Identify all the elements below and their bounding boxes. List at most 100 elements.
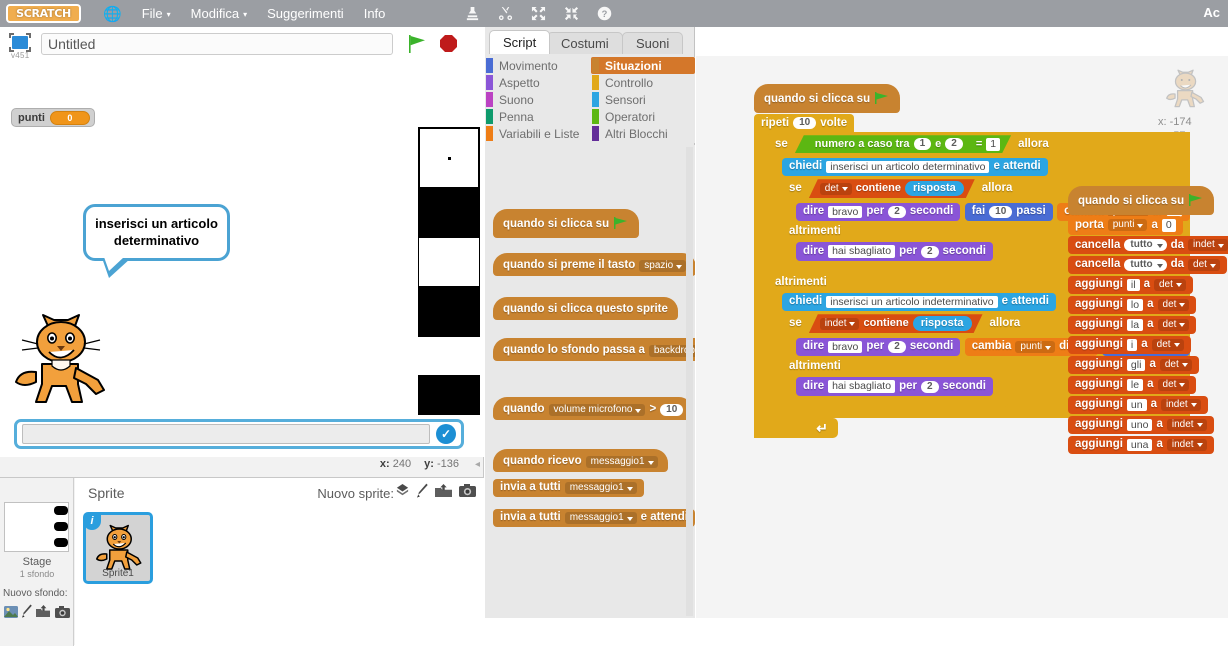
ask-question-input[interactable]: inserisci un articolo indeterminativo	[826, 295, 998, 309]
tab-costumi[interactable]: Costumi	[547, 32, 623, 54]
say-text-input[interactable]: hai sbagliato	[828, 245, 896, 258]
duration-input[interactable]: 2	[920, 380, 939, 393]
variable-dropdown[interactable]: punti	[1107, 219, 1148, 232]
ask-question-input[interactable]: inserisci un articolo determinativo	[826, 160, 990, 174]
menu-item-modifica[interactable]: Modifica ▾	[191, 6, 247, 21]
category-suono[interactable]: Suono	[485, 91, 591, 108]
message-dropdown[interactable]: messaggio1	[564, 512, 637, 524]
variable-watcher-punti[interactable]: punti 0	[11, 108, 95, 127]
block-add-to-list[interactable]: aggiungi la a det	[1068, 315, 1197, 334]
threshold-input[interactable]: 10	[660, 404, 684, 416]
steps-input[interactable]: 10	[989, 206, 1013, 218]
list-dropdown[interactable]: indet	[820, 318, 860, 330]
script-stack-init[interactable]: quando si clicca su porta punti a 0 canc…	[1068, 186, 1228, 454]
library-icon[interactable]	[4, 605, 18, 623]
block-pick-random[interactable]: numero a caso tra 1 e 2	[806, 137, 972, 151]
block-add-to-list[interactable]: aggiungi una a indet	[1068, 435, 1214, 454]
palette-block-when-i-receive[interactable]: quando ricevo messaggio1	[493, 449, 668, 472]
block-add-to-list[interactable]: aggiungi gli a det	[1068, 355, 1199, 374]
list-dropdown[interactable]: det	[1159, 358, 1192, 371]
block-answer-reporter[interactable]: risposta	[913, 316, 972, 331]
list-dropdown[interactable]: det	[1151, 338, 1184, 351]
list-dropdown[interactable]: indet	[1166, 438, 1207, 451]
stage-canvas[interactable]: punti 0 inserisci un articolo determinat…	[0, 60, 484, 423]
else-det-label[interactable]: altrimenti	[782, 223, 863, 241]
block-set-variable[interactable]: porta punti a 0	[1068, 216, 1183, 235]
tab-script[interactable]: Script	[489, 30, 551, 54]
palette-block-broadcast-and-wait[interactable]: invia a tutti messaggio1 e attendi	[493, 509, 695, 527]
upload-icon[interactable]	[435, 483, 452, 503]
sensor-dropdown[interactable]: volume microfono	[548, 404, 646, 416]
add-item-input[interactable]: una	[1126, 438, 1153, 451]
ask-answer-input[interactable]	[22, 424, 430, 444]
account-menu[interactable]: Ac	[1203, 5, 1220, 20]
shrink-icon[interactable]	[564, 6, 579, 21]
stage-thumbnail[interactable]	[4, 502, 69, 552]
list-dropdown[interactable]: det	[1157, 378, 1190, 391]
duration-input[interactable]: 2	[888, 206, 906, 218]
green-flag-icon[interactable]	[406, 33, 428, 55]
block-ask-indet[interactable]: chiedi inserisci un articolo indetermina…	[782, 292, 1056, 312]
if-det-header[interactable]: se det contiene risposta allora	[782, 176, 1020, 202]
category-situazioni[interactable]: Situazioni	[591, 57, 695, 74]
category-penna[interactable]: Penna	[485, 108, 591, 125]
block-list-contains-indet[interactable]: indet contiene risposta	[809, 314, 983, 333]
scissors-icon[interactable]	[498, 6, 513, 21]
category-aspetto[interactable]: Aspetto	[485, 74, 591, 91]
category-movimento[interactable]: Movimento	[485, 57, 591, 74]
list-dropdown[interactable]: det	[1157, 298, 1190, 311]
category-altri-blocchi[interactable]: Altri Blocchi	[591, 125, 695, 142]
category-controllo[interactable]: Controllo	[591, 74, 695, 91]
duration-input[interactable]: 2	[888, 341, 906, 353]
if-outer-header[interactable]: se numero a caso tra 1 e 2 = 1 allora	[768, 132, 1056, 157]
equals-value-input[interactable]: 1	[986, 138, 1000, 151]
block-move-steps-det[interactable]: fai 10 passi	[964, 203, 1053, 221]
if-indet-header[interactable]: se indet contiene risposta allora	[782, 311, 1028, 337]
add-item-input[interactable]: la	[1126, 318, 1144, 331]
block-say-wrong-det[interactable]: dire hai sbagliato per 2 secondi	[796, 242, 993, 261]
index-dropdown[interactable]: tutto	[1124, 259, 1167, 271]
block-random-equals[interactable]: numero a caso tra 1 e 2 = 1	[795, 135, 1011, 153]
add-item-input[interactable]: gli	[1126, 358, 1146, 371]
list-dropdown[interactable]: det	[820, 183, 852, 195]
palette-block-when-key-pressed[interactable]: quando si preme il tasto spazio	[493, 253, 695, 276]
add-item-input[interactable]: uno	[1126, 418, 1153, 431]
key-dropdown[interactable]: spazio	[639, 260, 687, 272]
globe-icon[interactable]: 🌐	[103, 5, 122, 23]
block-add-to-list[interactable]: aggiungi i a det	[1068, 335, 1191, 354]
palette-block-when-backdrop-switches[interactable]: quando lo sfondo passa a backdrop1	[493, 338, 695, 361]
index-dropdown[interactable]: tutto	[1124, 239, 1167, 252]
block-say-right-indet[interactable]: dire bravo per 2 secondi	[796, 337, 961, 357]
block-add-to-list[interactable]: aggiungi un a indet	[1068, 395, 1208, 414]
else-outer-label[interactable]: altrimenti	[768, 273, 849, 292]
message-dropdown[interactable]: messaggio1	[585, 456, 658, 468]
block-palette[interactable]: quando si clicca su quando si preme il t…	[485, 145, 695, 618]
stop-sign-icon[interactable]	[439, 34, 458, 53]
tab-suoni[interactable]: Suoni	[622, 32, 684, 54]
block-say-right-det[interactable]: dire bravo per 2 secondi	[796, 202, 961, 222]
variable-dropdown[interactable]: punti	[1015, 341, 1056, 353]
block-say-wrong-indet[interactable]: dire hai sbagliato per 2 secondi	[796, 377, 993, 396]
sprite-thumbnail-sprite1[interactable]: i Sprite1	[83, 512, 153, 584]
say-text-input[interactable]: hai sbagliato	[828, 380, 896, 393]
grow-icon[interactable]	[531, 6, 546, 21]
random-from-input[interactable]: 1	[914, 138, 932, 150]
list-dropdown[interactable]: indet	[1166, 418, 1207, 431]
say-text-input[interactable]: bravo	[828, 205, 863, 219]
category-operatori[interactable]: Operatori	[591, 108, 695, 125]
add-item-input[interactable]: le	[1126, 378, 1144, 391]
set-value-input[interactable]: 0	[1161, 219, 1176, 232]
project-name-input[interactable]	[41, 32, 393, 55]
collapse-left-icon[interactable]: ◂	[475, 459, 480, 470]
block-when-flag-clicked[interactable]: quando si clicca su	[754, 84, 901, 113]
block-add-to-list[interactable]: aggiungi il a det	[1068, 275, 1193, 294]
block-list-contains-det[interactable]: det contiene risposta	[809, 179, 975, 198]
list-dropdown[interactable]: det	[1154, 278, 1186, 291]
palette-block-when-flag-clicked[interactable]: quando si clicca su	[493, 209, 640, 238]
duration-input[interactable]: 2	[920, 245, 939, 258]
block-delete-det[interactable]: cancella tutto da det	[1068, 256, 1227, 274]
message-dropdown[interactable]: messaggio1	[564, 482, 637, 494]
script-canvas[interactable]: x: -174 y: -57 quando si clicca su ripet…	[696, 56, 1228, 618]
stage-sprite-cat[interactable]	[12, 310, 117, 410]
palette-scrollbar[interactable]	[686, 147, 693, 616]
